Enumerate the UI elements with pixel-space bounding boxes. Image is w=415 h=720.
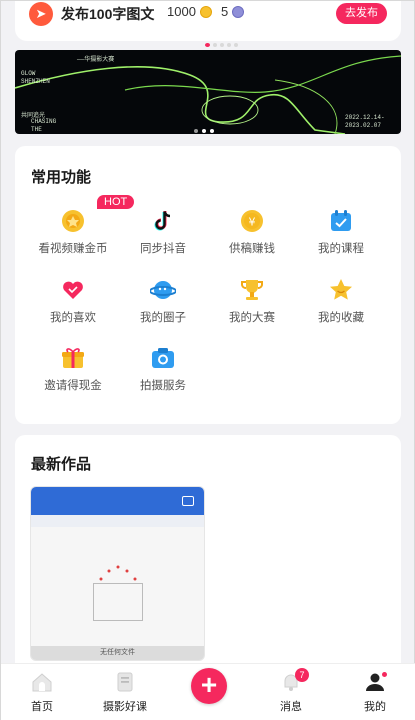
svg-text:¥: ¥ <box>249 216 256 229</box>
func-label: 看视频赚金币 <box>38 243 108 255</box>
tiktok-icon <box>154 211 171 231</box>
tab-label: 摄影好课 <box>103 701 147 713</box>
tab-label: 我的 <box>364 701 386 713</box>
func-sync-douyin[interactable]: 同步抖音 <box>120 208 206 256</box>
func-label: 拍摄服务 <box>140 380 186 392</box>
func-label: 同步抖音 <box>140 243 186 255</box>
go-publish-button[interactable]: 去发布 <box>336 3 387 24</box>
func-label: 供稿赚钱 <box>229 243 275 255</box>
tab-label: 首页 <box>31 701 53 713</box>
func-shooting-service[interactable]: 拍摄服务 <box>120 345 206 393</box>
banner-text: THE <box>31 126 42 133</box>
hot-badge: HOT <box>97 195 135 209</box>
thumb-caption: 无任何文件 <box>31 646 204 660</box>
heart-icon <box>63 281 83 299</box>
work-thumbnail[interactable]: 无任何文件 <box>30 486 205 661</box>
func-watch-video[interactable]: 看视频赚金币 <box>30 208 116 256</box>
gem-reward: 5 <box>221 4 244 19</box>
calendar-icon <box>331 210 351 231</box>
task-title: 发布100字图文 <box>61 6 155 22</box>
latest-works-card: 最新作品 无任何文件 <box>15 435 401 675</box>
gift-icon <box>62 348 84 368</box>
message-count-badge: 7 <box>295 668 309 682</box>
func-label: 邀请得现金 <box>44 380 102 392</box>
tab-home[interactable]: 首页 <box>14 672 70 714</box>
func-my-likes[interactable]: 我的喜欢 <box>30 277 116 325</box>
gem-icon <box>231 6 244 18</box>
coin-count: 1000 <box>167 4 196 19</box>
book-icon <box>117 672 133 692</box>
notification-dot <box>382 672 387 677</box>
home-icon <box>32 673 52 692</box>
common-functions-card: 常用功能 HOT 看视频赚金币 同步抖音 ¥ 供稿赚钱 我的课程 我的喜欢 我的… <box>15 146 401 424</box>
trophy-icon <box>241 280 263 300</box>
gem-count: 5 <box>221 4 229 19</box>
banner-text: SHENZHEN <box>21 78 50 85</box>
func-label: 我的收藏 <box>318 312 364 324</box>
publish-plus-button[interactable]: + <box>191 668 227 704</box>
image-icon <box>182 496 194 506</box>
tab-me[interactable]: 我的 <box>347 672 403 714</box>
func-label: 我的圈子 <box>140 312 186 324</box>
func-invite-cash[interactable]: 邀请得现金 <box>30 345 116 393</box>
task-card: ➤ 发布100字图文 1000 5 去发布 <box>15 1 401 47</box>
coin-icon <box>62 210 84 232</box>
banner-text: CHASING <box>31 118 57 125</box>
func-my-circle[interactable]: 我的圈子 <box>120 277 206 325</box>
empty-box-icon <box>93 583 143 621</box>
func-contribute[interactable]: ¥ 供稿赚钱 <box>209 208 295 256</box>
tab-courses[interactable]: 摄影好课 <box>97 672 153 714</box>
banner-text: 2022.12.14- <box>345 114 385 121</box>
func-label: 我的大赛 <box>229 312 275 324</box>
banner-pager <box>194 120 218 138</box>
yen-coin-icon: ¥ <box>241 210 263 232</box>
camera-icon <box>152 348 174 368</box>
star-icon <box>330 279 352 300</box>
func-my-contests[interactable]: 我的大赛 <box>209 277 295 325</box>
coin-reward: 1000 <box>167 4 212 19</box>
func-label: 我的课程 <box>318 243 364 255</box>
tab-label: 消息 <box>280 701 302 713</box>
banner-text: ——华摄影大赛 <box>77 56 115 63</box>
tab-messages[interactable]: 7 消息 <box>263 668 319 714</box>
func-my-courses[interactable]: 我的课程 <box>298 208 384 256</box>
planet-icon <box>150 281 176 299</box>
section-title: 最新作品 <box>31 456 92 473</box>
section-title: 常用功能 <box>31 169 92 186</box>
send-icon: ➤ <box>29 2 53 26</box>
coin-icon <box>199 6 212 18</box>
banner-text: GLOW <box>21 70 36 77</box>
func-my-favorites[interactable]: 我的收藏 <box>298 277 384 325</box>
func-label: 我的喜欢 <box>50 312 96 324</box>
banner-text: 2023.02.07 <box>345 122 382 129</box>
